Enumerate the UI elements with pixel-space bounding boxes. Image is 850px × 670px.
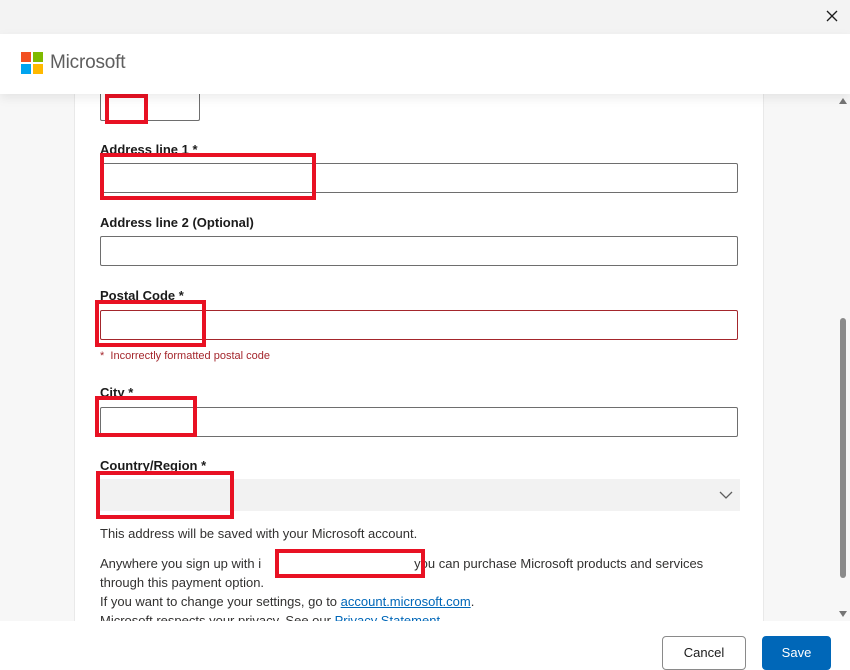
- redaction-box: [105, 94, 148, 124]
- scroll-down-arrow-icon[interactable]: [839, 611, 847, 617]
- redaction-box: [95, 396, 197, 437]
- vertical-scrollbar[interactable]: [836, 94, 850, 621]
- chevron-down-icon: [719, 491, 733, 499]
- postal-code-error: * Incorrectly formatted postal code: [100, 350, 270, 362]
- window-title-bar: [0, 0, 850, 34]
- privacy-info: Microsoft respects your privacy. See our…: [100, 611, 440, 621]
- close-icon: [826, 10, 838, 22]
- scroll-up-arrow-icon[interactable]: [839, 98, 847, 104]
- brand-name: Microsoft: [50, 52, 126, 73]
- close-button[interactable]: [820, 5, 844, 27]
- redaction-box: [96, 471, 234, 519]
- settings-info: If you want to change your settings, go …: [100, 594, 475, 609]
- dialog-footer: Cancel Save: [0, 621, 850, 670]
- address-form-panel: Address line 1 * Address line 2 (Optiona…: [74, 94, 764, 621]
- address-line-2-input[interactable]: [100, 236, 738, 266]
- save-button[interactable]: Save: [762, 636, 831, 670]
- cancel-button[interactable]: Cancel: [662, 636, 746, 670]
- redaction-box: [275, 549, 425, 578]
- dialog-header: Microsoft: [0, 34, 850, 94]
- address-line-2-label: Address line 2 (Optional): [100, 215, 254, 230]
- saved-address-note: This address will be saved with your Mic…: [100, 526, 418, 541]
- scrollbar-thumb[interactable]: [840, 318, 846, 578]
- form-scroll-region[interactable]: Address line 1 * Address line 2 (Optiona…: [0, 94, 850, 621]
- redaction-box: [95, 300, 206, 347]
- microsoft-logo-icon: [21, 52, 43, 74]
- privacy-statement-link[interactable]: Privacy Statement: [335, 613, 441, 621]
- signup-info-line-2: through this payment option.: [100, 575, 265, 590]
- account-link[interactable]: account.microsoft.com: [341, 594, 471, 609]
- microsoft-brand: Microsoft: [21, 52, 125, 74]
- redaction-box: [100, 153, 316, 200]
